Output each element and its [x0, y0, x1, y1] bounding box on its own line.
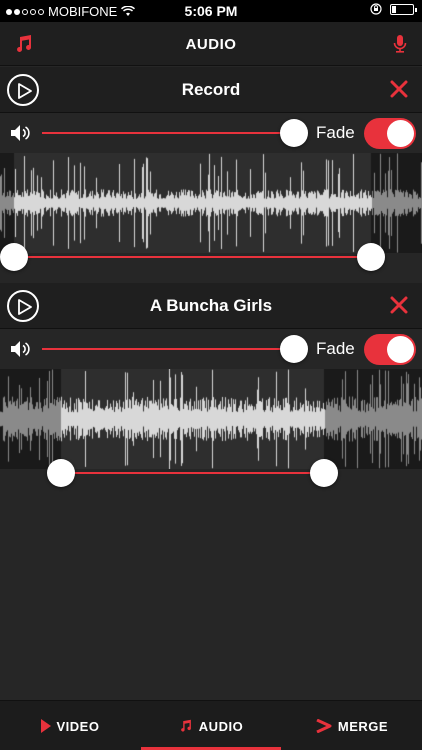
fade-toggle[interactable] [364, 334, 416, 365]
track-header: Record [0, 67, 422, 113]
speaker-icon [11, 341, 30, 357]
trim-bar [0, 243, 422, 271]
tab-merge[interactable]: MERGE [282, 701, 422, 750]
nav-bar: AUDIO [0, 22, 422, 66]
close-icon[interactable] [390, 80, 408, 98]
waveform[interactable] [0, 369, 422, 469]
waveform-canvas [0, 153, 422, 253]
trim-range-line [61, 472, 324, 474]
track-title: Record [181, 80, 241, 99]
play-icon [18, 83, 32, 99]
merge-arrow-icon [316, 719, 332, 733]
trim-start-handle[interactable] [0, 243, 28, 271]
volume-slider-knob[interactable] [280, 119, 308, 147]
trim-end-handle[interactable] [310, 459, 338, 487]
track-controls: Fade [0, 329, 422, 369]
play-triangle-icon [40, 719, 51, 733]
track-title: A Buncha Girls [149, 296, 273, 315]
tab-label: VIDEO [56, 718, 100, 734]
track-a-buncha-girls: A Buncha Girls Fade [0, 283, 422, 493]
waveform-canvas [0, 369, 422, 469]
track-controls: Fade [0, 113, 422, 153]
volume-slider-knob[interactable] [280, 335, 308, 363]
fade-label: Fade [316, 123, 355, 142]
fade-label: Fade [316, 339, 355, 358]
track-header: A Buncha Girls [0, 283, 422, 329]
volume-slider-track[interactable] [42, 348, 292, 350]
status-right [370, 3, 417, 15]
close-icon[interactable] [390, 296, 408, 314]
tab-audio[interactable]: AUDIO [141, 701, 281, 750]
waveform[interactable] [0, 153, 422, 253]
trim-start-handle[interactable] [47, 459, 75, 487]
play-icon [18, 299, 32, 315]
status-bar: MOBIFONE 5:06 PM [0, 0, 422, 22]
track-record: Record Fade [0, 67, 422, 272]
tab-label: MERGE [337, 718, 389, 734]
tab-label: AUDIO [198, 718, 244, 734]
nav-title: AUDIO [185, 36, 237, 53]
tab-bar: VIDEO AUDIO MERGE [0, 700, 422, 750]
status-time: 5:06 PM [184, 3, 238, 19]
play-button[interactable] [7, 290, 39, 322]
tab-video[interactable]: VIDEO [0, 701, 140, 750]
music-note-icon [180, 719, 191, 732]
play-button[interactable] [7, 74, 39, 106]
microphone-icon[interactable] [390, 34, 410, 54]
trim-range-line [14, 256, 371, 258]
fade-toggle[interactable] [364, 118, 416, 149]
volume-slider-track[interactable] [42, 132, 292, 134]
rotation-lock-icon [370, 3, 382, 15]
speaker-icon [11, 125, 30, 141]
trim-bar [0, 459, 422, 487]
trim-end-handle[interactable] [357, 243, 385, 271]
battery-icon [390, 3, 417, 15]
